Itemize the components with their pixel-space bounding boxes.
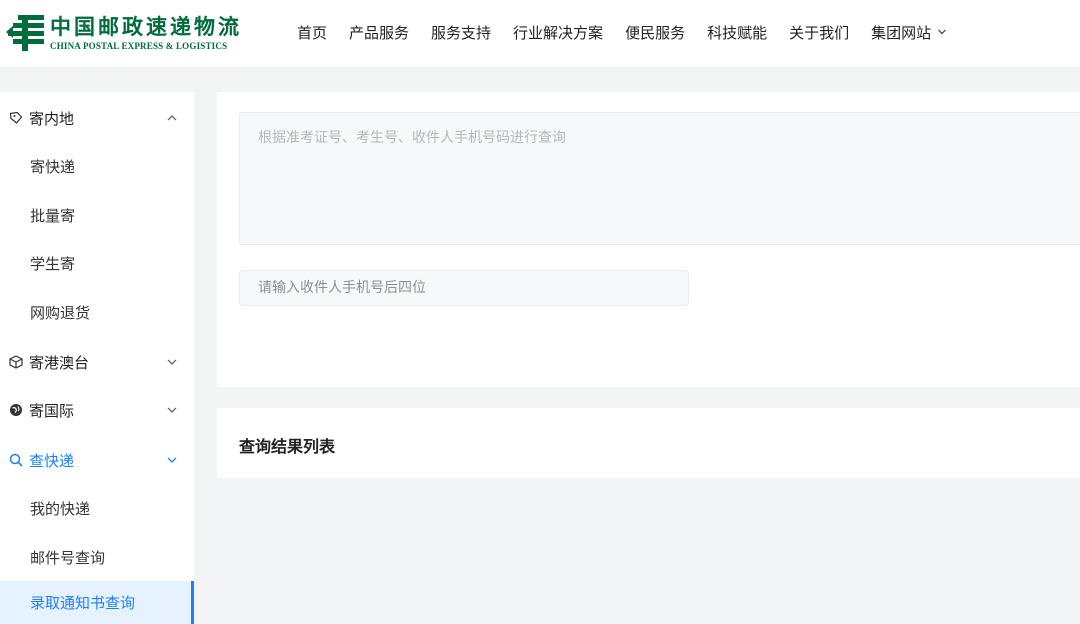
brand-name-en: CHINA POSTAL EXPRESS & LOGISTICS	[50, 41, 228, 51]
nav-label: 产品服务	[349, 23, 410, 42]
sidebar-group-international[interactable]: 寄国际	[0, 386, 194, 434]
chevron-down-icon	[167, 457, 177, 463]
nav-label: 科技赋能	[707, 23, 768, 42]
nav-item-technology[interactable]: 科技赋能	[707, 22, 767, 43]
phone-last-four-input[interactable]	[239, 270, 689, 306]
query-form-panel	[217, 92, 1080, 387]
main-nav: 首页 产品服务 服务支持 行业解决方案 便民服务 科技赋能 关于我们 集团网站	[297, 20, 969, 44]
sidebar-group-label: 查快递	[29, 451, 75, 470]
nav-item-products[interactable]: 产品服务	[349, 22, 409, 43]
nav-label: 关于我们	[789, 23, 850, 42]
nav-item-solutions[interactable]: 行业解决方案	[513, 22, 603, 43]
sidebar-group-track-express[interactable]: 查快递	[0, 436, 194, 484]
sidebar-group-domestic[interactable]: 寄内地	[0, 94, 194, 142]
query-result-panel: 查询结果列表	[217, 408, 1080, 478]
nav-item-group-sites[interactable]: 集团网站	[871, 22, 947, 43]
sidebar-item-label: 寄快递	[30, 157, 76, 176]
sidebar-group-label: 寄港澳台	[29, 353, 90, 372]
sidebar-item-label: 我的快递	[30, 499, 91, 518]
sidebar-item-student-send[interactable]: 学生寄	[0, 239, 194, 287]
sidebar-item-label: 网购退货	[30, 303, 91, 322]
sidebar-item-label: 录取通知书查询	[30, 594, 136, 612]
nav-item-convenience[interactable]: 便民服务	[625, 22, 685, 43]
nav-label: 首页	[297, 23, 328, 42]
chevron-up-icon	[167, 115, 177, 121]
sidebar-item-my-express[interactable]: 我的快递	[0, 484, 194, 532]
sidebar-group-label: 寄国际	[29, 401, 75, 420]
brand-name-cn: 中国邮政速递物流	[50, 14, 242, 39]
sidebar-group-label: 寄内地	[29, 109, 75, 128]
brand-logo[interactable]: 中国邮政速递物流 CHINA POSTAL EXPRESS & LOGISTIC…	[4, 12, 242, 54]
sidebar-item-label: 批量寄	[30, 206, 76, 225]
sidebar-item-admission-letter-query[interactable]: 录取通知书查询	[0, 581, 194, 624]
box-icon	[8, 354, 24, 370]
sidebar-item-send-express[interactable]: 寄快递	[0, 142, 194, 190]
search-icon	[8, 452, 24, 468]
nav-item-home[interactable]: 首页	[297, 22, 327, 43]
globe-icon	[8, 402, 24, 418]
chevron-down-icon	[938, 29, 947, 35]
result-list-title: 查询结果列表	[239, 437, 336, 456]
sidebar-item-tracking-number-query[interactable]: 邮件号查询	[0, 533, 194, 581]
sidebar-menu: 寄内地 寄快递 批量寄 学生寄 网购退货 寄港澳台 寄国际 查快递 我的快递 邮…	[0, 92, 194, 624]
site-header: 中国邮政速递物流 CHINA POSTAL EXPRESS & LOGISTIC…	[0, 0, 1080, 68]
sidebar-item-batch-send[interactable]: 批量寄	[0, 191, 194, 239]
chevron-down-icon	[167, 407, 177, 413]
sidebar-item-online-return[interactable]: 网购退货	[0, 288, 194, 336]
nav-item-support[interactable]: 服务支持	[431, 22, 491, 43]
tag-icon	[8, 110, 24, 126]
nav-label: 服务支持	[431, 23, 492, 42]
chevron-down-icon	[167, 359, 177, 365]
sidebar-item-label: 邮件号查询	[30, 548, 106, 567]
china-post-logo-icon	[6, 15, 44, 51]
nav-label: 行业解决方案	[513, 23, 604, 42]
sidebar-group-hk-macau-tw[interactable]: 寄港澳台	[0, 338, 194, 386]
admission-query-textarea[interactable]	[239, 112, 1080, 245]
nav-label: 集团网站	[871, 23, 932, 42]
brand-text: 中国邮政速递物流 CHINA POSTAL EXPRESS & LOGISTIC…	[50, 14, 242, 52]
sidebar-item-label: 学生寄	[30, 254, 76, 273]
nav-label: 便民服务	[625, 23, 686, 42]
nav-item-about[interactable]: 关于我们	[789, 22, 849, 43]
